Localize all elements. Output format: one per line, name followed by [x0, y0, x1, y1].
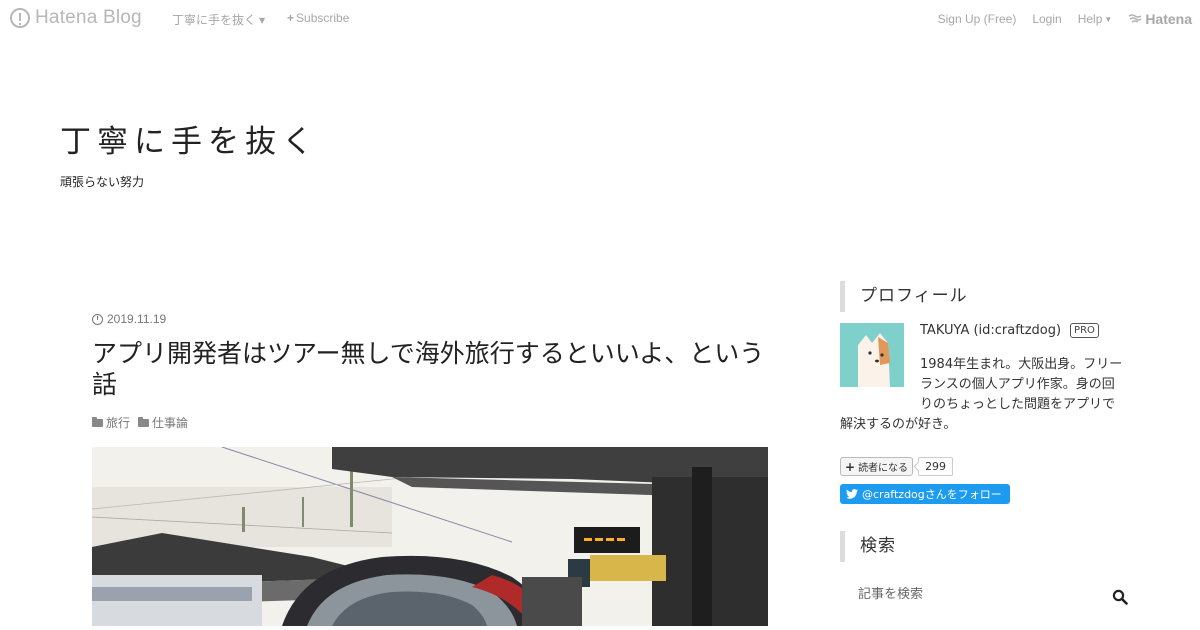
search-input[interactable] [858, 587, 1098, 602]
article: 2019.11.19 アプリ開発者はツアー無しで海外旅行するといいよ、という話 … [92, 312, 768, 626]
profile-desc-line: 解決するのが好き。 [840, 417, 957, 432]
pro-badge: PRO [1070, 323, 1099, 338]
hatena-wave-icon [1128, 14, 1142, 23]
subscribe-label: Subscribe [296, 11, 350, 25]
hatena-blog-logo-icon [10, 8, 30, 28]
twitter-follow-button[interactable]: @craftzdogさんをフォロー [840, 484, 1010, 504]
blog-description: 頑張らない努力 [60, 175, 145, 189]
entry-title[interactable]: アプリ開発者はツアー無しで海外旅行するといいよ、という話 [92, 338, 768, 400]
profile-name-row: TAKUYA (id:craftzdog) PRO [920, 323, 1099, 338]
category-label: 旅行 [106, 416, 131, 430]
profile-desc-line: 1984年生まれ。大阪出身。フリー [920, 357, 1123, 372]
caret-down-icon: ▼ [1104, 15, 1113, 24]
sidebar: プロフィール TAKUYA (id:craftzdog) PRO 1984年生ま… [840, 281, 1140, 607]
top-navbar: Hatena Blog 丁寧に手を抜く ▼ + Subscribe Sign Up … [0, 0, 1200, 36]
search-heading: 検索 [840, 531, 1140, 562]
folder-icon [92, 416, 103, 427]
category-label: 仕事論 [152, 416, 189, 430]
profile-desc-line: りのちょっとした問題をアプリで [920, 397, 1116, 412]
blog-menu-label: 丁寧に手を抜く [172, 13, 257, 27]
plus-icon: + [845, 459, 856, 474]
logo-text: Hatena Blog [35, 7, 142, 28]
blog-menu-dropdown[interactable]: 丁寧に手を抜く ▼ [172, 11, 265, 28]
profile-name-link[interactable]: TAKUYA (id:craftzdog) [920, 323, 1061, 338]
login-link[interactable]: Login [1032, 12, 1061, 26]
entry-photo-train-station [92, 447, 768, 626]
reader-row: + 読者になる 299 [840, 457, 1140, 476]
train-photo-illustration [92, 447, 768, 626]
subscribe-reader-button[interactable]: + 読者になる [840, 457, 914, 476]
entry-date[interactable]: 2019.11.19 [92, 312, 768, 326]
hatena-logo-link[interactable]: Hatena [1128, 11, 1192, 27]
help-label: Help [1077, 12, 1103, 26]
entry-categories: 旅行 仕事論 [92, 414, 768, 431]
search-button[interactable] [1112, 589, 1128, 605]
navbar-right: Sign Up (Free) Login Help ▼ Hatena [922, 11, 1192, 27]
twitter-follow-label: @craftzdogさんをフォロー [862, 488, 1002, 501]
clock-icon [92, 313, 103, 325]
subscribe-button[interactable]: + Subscribe [287, 11, 349, 25]
twitter-bird-icon [846, 489, 858, 499]
caret-down-icon: ▼ [259, 16, 266, 25]
reader-count: 299 [918, 457, 954, 476]
hatena-blog-logo[interactable]: Hatena Blog [10, 7, 142, 29]
category-link[interactable]: 旅行 [92, 414, 130, 431]
profile-desc-line: ランスの個人アプリ作家。身の回 [920, 377, 1115, 392]
signup-link[interactable]: Sign Up (Free) [938, 12, 1017, 26]
reader-button-label: 読者になる [858, 463, 909, 474]
search-icon [1112, 589, 1128, 605]
blog-title[interactable]: 丁寧に手を抜く [60, 116, 319, 161]
search-form [840, 587, 1140, 607]
hatena-label: Hatena [1145, 11, 1192, 27]
plus-icon: + [287, 11, 295, 25]
folder-icon [138, 416, 150, 427]
entry-date-text: 2019.11.19 [107, 312, 167, 326]
profile-heading: プロフィール [840, 281, 1140, 312]
profile-module: TAKUYA (id:craftzdog) PRO 1984年生まれ。大阪出身。… [840, 323, 1140, 435]
help-dropdown[interactable]: Help ▼ [1078, 12, 1113, 26]
category-link[interactable]: 仕事論 [138, 414, 188, 431]
profile-description: 1984年生まれ。大阪出身。フリー ランスの個人アプリ作家。身の回 りのちょっと… [840, 355, 1140, 435]
